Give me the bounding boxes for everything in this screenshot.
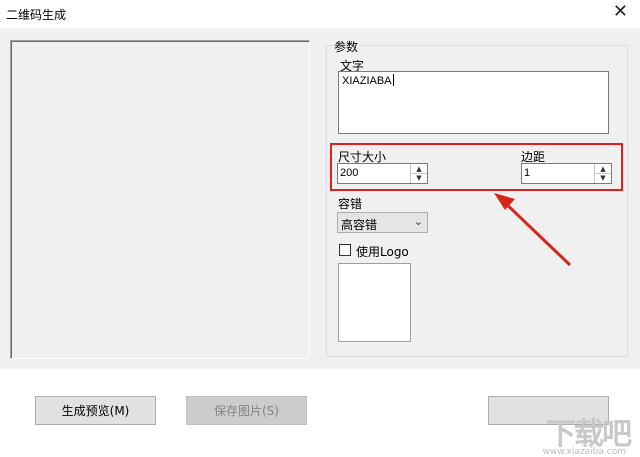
text-caret — [392, 74, 394, 86]
text-input-value: XIAZIABA — [342, 75, 392, 87]
size-spinner-buttons: ▲ ▼ — [410, 164, 427, 183]
text-input[interactable]: XIAZIABA — [338, 71, 609, 134]
use-logo-checkbox[interactable] — [339, 244, 351, 256]
ecc-select[interactable]: 高容错 ⌄ — [337, 212, 428, 233]
qr-preview-area — [10, 40, 310, 359]
margin-spinner[interactable]: 1 ▲ ▼ — [521, 163, 612, 184]
watermark-url: www.xiazaiba.com — [542, 447, 626, 457]
chevron-down-icon: ⌄ — [413, 215, 423, 228]
size-down-icon[interactable]: ▼ — [411, 173, 427, 182]
title-bar: 二维码生成 ✕ — [0, 0, 640, 28]
save-image-button[interactable]: 保存图片(S) — [186, 396, 307, 425]
margin-value: 1 — [524, 167, 531, 179]
logo-preview-box[interactable] — [338, 263, 411, 342]
size-spinner[interactable]: 200 ▲ ▼ — [337, 163, 428, 184]
size-value: 200 — [340, 167, 359, 179]
generate-preview-button[interactable]: 生成预览(M) — [35, 396, 156, 425]
window-title: 二维码生成 — [6, 8, 67, 22]
params-group-label: 参数 — [332, 38, 361, 55]
margin-spinner-buttons: ▲ ▼ — [594, 164, 611, 183]
margin-down-icon[interactable]: ▼ — [595, 173, 611, 182]
ecc-label: 容错 — [338, 197, 363, 211]
qr-generator-window: 二维码生成 ✕ 参数 文字 XIAZIABA 尺寸大小 200 ▲ ▼ 边距 1… — [0, 0, 640, 457]
ecc-value: 高容错 — [341, 218, 378, 232]
use-logo-label: 使用Logo — [356, 245, 409, 259]
close-icon[interactable]: ✕ — [613, 3, 628, 21]
